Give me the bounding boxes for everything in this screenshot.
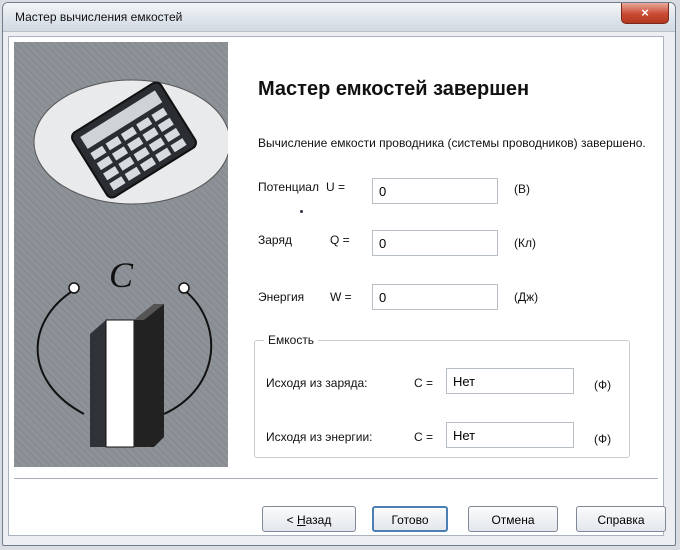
page-heading: Мастер емкостей завершен [258, 78, 530, 100]
capacity-group-title: Емкость [264, 333, 319, 347]
charge-unit: (Кл) [514, 236, 536, 250]
page-description: Вычисление емкости проводника (системы п… [258, 136, 646, 150]
capacity-from-charge-unit: (Ф) [594, 378, 612, 392]
capacity-from-energy-label: Исходя из энергии: [266, 430, 373, 444]
decorative-dot [300, 210, 303, 213]
energy-input[interactable] [372, 284, 498, 310]
title-bar[interactable]: Мастер вычисления емкостей × [3, 3, 675, 32]
close-button[interactable]: × [621, 3, 669, 24]
capacity-from-energy-symbol: C = [414, 430, 434, 444]
close-icon: × [641, 5, 649, 20]
energy-unit: (Дж) [514, 290, 539, 304]
footer-separator [14, 478, 658, 480]
capacitor-symbol: C [109, 255, 134, 295]
potential-symbol: U = [326, 180, 346, 194]
finish-button[interactable]: Готово [372, 506, 448, 532]
wizard-side-panel: C [14, 42, 228, 467]
cancel-button[interactable]: Отмена [468, 506, 558, 532]
back-button[interactable]: < Назад [262, 506, 356, 532]
potential-input[interactable] [372, 178, 498, 204]
potential-label: Потенциал [258, 180, 319, 194]
charge-input[interactable] [372, 230, 498, 256]
charge-symbol: Q = [330, 233, 350, 247]
energy-symbol: W = [330, 290, 352, 304]
window-title: Мастер вычисления емкостей [15, 10, 183, 24]
back-button-prefix: < [286, 513, 297, 527]
back-button-label: азад [305, 513, 332, 527]
energy-label: Энергия [258, 290, 305, 304]
potential-unit: (В) [514, 182, 530, 196]
capacitor-icon [36, 282, 213, 448]
charge-label: Заряд [258, 233, 292, 247]
capacity-from-energy-unit: (Ф) [594, 432, 612, 446]
capacity-from-charge-symbol: C = [414, 376, 434, 390]
back-button-accelerator: Н [296, 513, 306, 527]
help-button[interactable]: Справка [576, 506, 666, 532]
calculator-icon [33, 79, 228, 205]
capacity-from-energy-output [446, 422, 574, 448]
capacity-from-charge-output [446, 368, 574, 394]
capacity-from-charge-label: Исходя из заряда: [266, 376, 368, 390]
